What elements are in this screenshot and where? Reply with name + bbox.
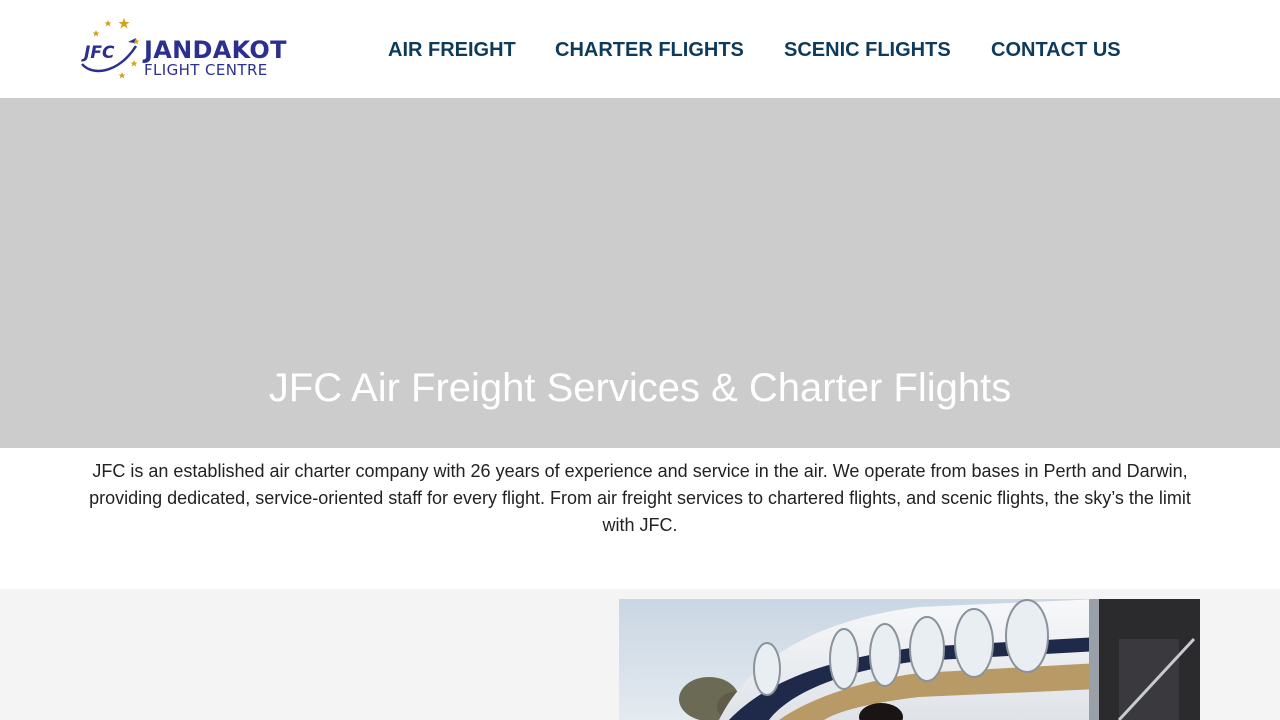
nav-contact-us[interactable]: CONTACT US [991, 38, 1121, 62]
hero-banner: JFC Air Freight Services & Charter Fligh… [0, 98, 1280, 448]
nav-charter-flights[interactable]: CHARTER FLIGHTS [555, 38, 744, 62]
intro-paragraph: JFC is an established air charter compan… [89, 461, 1191, 535]
nav-air-freight[interactable]: AIR FREIGHT [388, 38, 516, 62]
main-nav: AIR FREIGHT CHARTER FLIGHTS SCENIC FLIGH… [0, 38, 1280, 62]
aircraft-photo [619, 599, 1200, 720]
logo-name-line2: FLIGHT CENTRE [144, 61, 268, 79]
site-header: JFC JANDAKOT FLIGHT CENTRE AIR FREIGHT C… [0, 0, 1280, 98]
nav-scenic-flights[interactable]: SCENIC FLIGHTS [784, 38, 951, 62]
feature-section [0, 589, 1280, 720]
hero-title: JFC Air Freight Services & Charter Fligh… [268, 366, 1012, 410]
